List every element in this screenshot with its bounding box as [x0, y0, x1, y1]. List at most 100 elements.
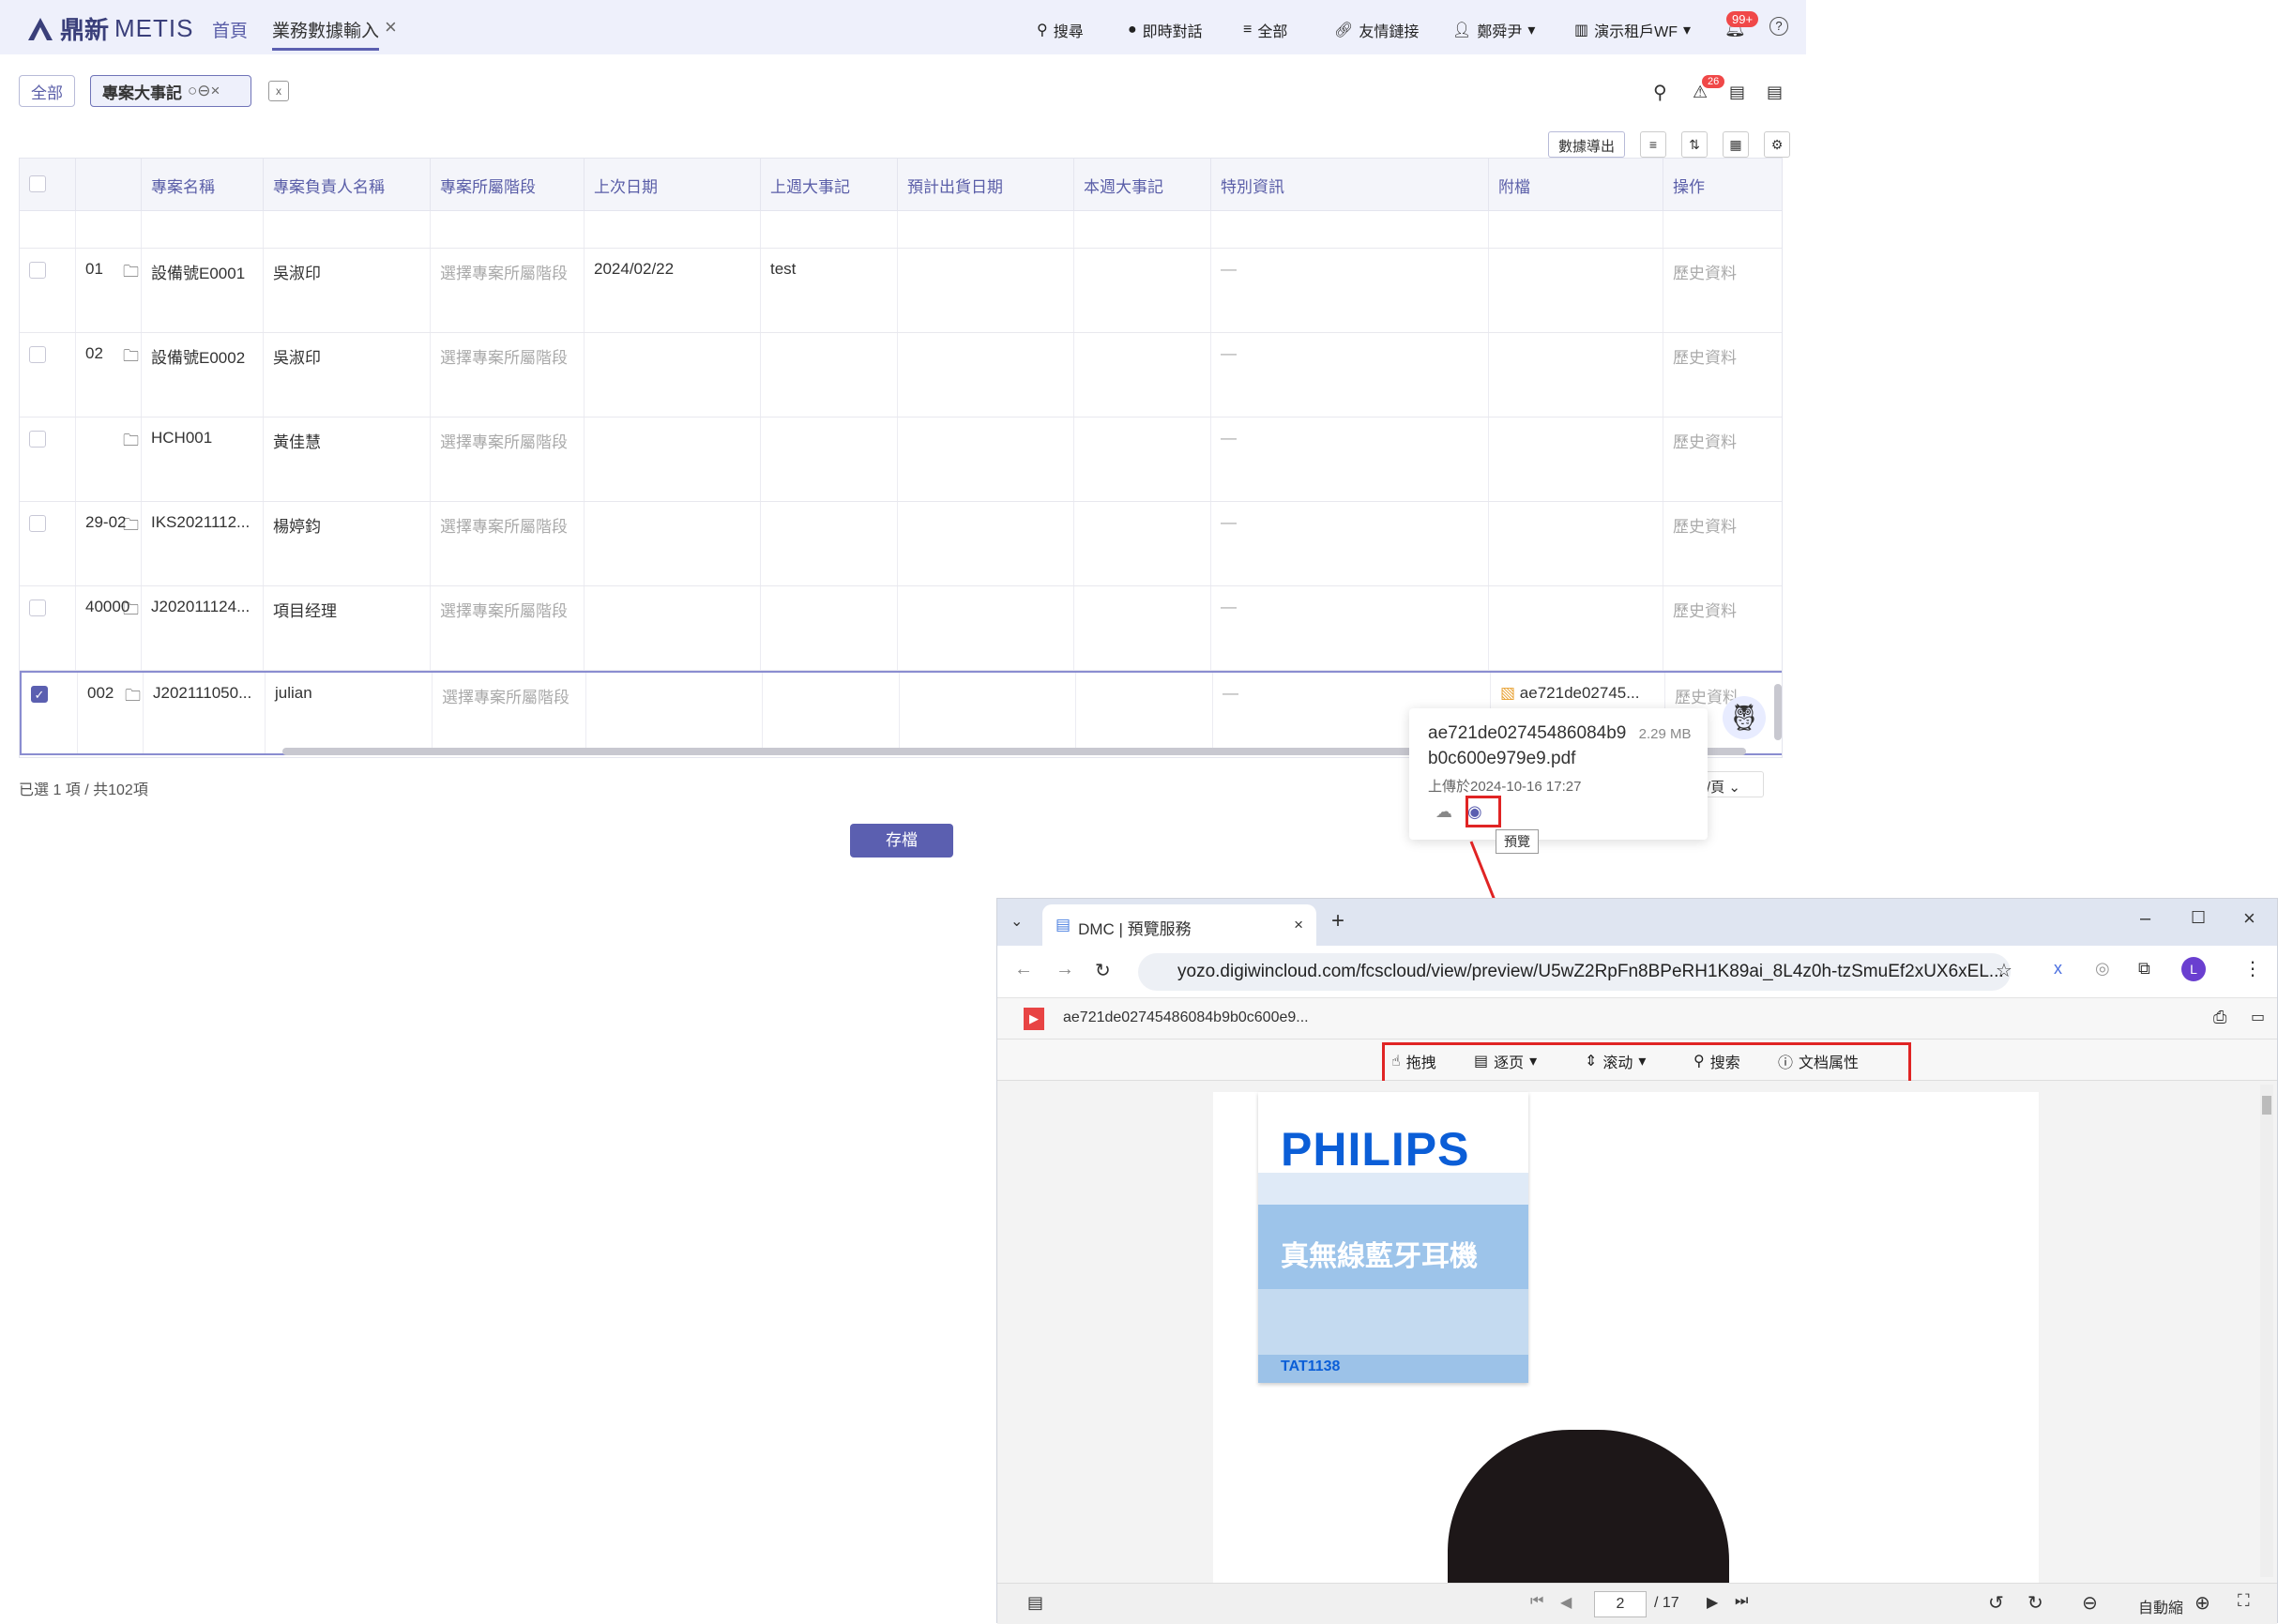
folder-icon[interactable]: 🗀︎ — [123, 344, 139, 372]
cell-stage[interactable]: 選擇專案所屬階段 — [433, 673, 586, 753]
cell-stage[interactable]: 選擇專案所屬階段 — [431, 586, 585, 670]
search-icon[interactable]: ⚲ — [1653, 81, 1667, 104]
grid-icon[interactable]: ▦ — [1723, 131, 1749, 158]
rotate-right-icon[interactable]: ↻ — [2027, 1591, 2043, 1615]
next-page-icon[interactable]: ▶ — [1707, 1593, 1718, 1612]
settings-icon[interactable]: ⚙ — [1764, 131, 1790, 158]
table-row[interactable]: 01 🗀︎ 設備號E0001 吳淑印 選擇專案所屬階段 2024/02/22 test — 歷史… — [20, 249, 1782, 333]
fit-screen-icon[interactable]: ⛶ — [2238, 1591, 2250, 1611]
more-menu-icon[interactable]: ⋮ — [2243, 957, 2262, 980]
filter-all[interactable]: 全部 — [19, 75, 75, 107]
columns-icon[interactable]: ≡ — [1640, 131, 1666, 158]
forward-icon[interactable]: → — [1055, 959, 1074, 980]
header-owner[interactable]: 專案負責人名稱 — [264, 159, 431, 211]
first-page-icon[interactable]: ⏮ — [1530, 1593, 1543, 1610]
url-input[interactable]: yozo.digiwincloud.com/fcscloud/view/prev… — [1138, 953, 2011, 991]
header-project-name[interactable]: 專案名稱 — [142, 159, 264, 211]
header-special[interactable]: 特別資訊 — [1211, 159, 1489, 211]
doc-scrollbar-track[interactable] — [2260, 1085, 2273, 1577]
cell-stage[interactable]: 選擇專案所屬階段 — [431, 333, 585, 417]
user-menu[interactable]: 👤︎ 鄭舜尹 ▾ — [1452, 19, 1535, 41]
nav-home[interactable]: 首頁 — [212, 17, 248, 42]
extension-x-icon[interactable]: x — [2054, 959, 2062, 979]
tab-list-icon[interactable]: ⌄ — [1010, 912, 1023, 931]
profile-avatar[interactable]: L — [2181, 957, 2206, 981]
folder-icon[interactable]: 🗀︎ — [123, 598, 139, 625]
header-stage[interactable]: 專案所屬階段 — [431, 159, 585, 211]
row-checkbox[interactable] — [29, 600, 46, 616]
doc-scrollbar-thumb[interactable] — [2262, 1096, 2271, 1115]
zoom-in-icon[interactable]: ⊕ — [2194, 1591, 2210, 1615]
table-row[interactable]: 🗀︎ HCH001 黃佳慧 選擇專案所屬階段 — 歷史資料 — [20, 417, 1782, 502]
folder-icon[interactable]: 🗀︎ — [123, 513, 139, 540]
header-last-date[interactable]: 上次日期 — [585, 159, 761, 211]
extensions-icon[interactable]: ⧉ — [2138, 959, 2150, 979]
cell-stage[interactable]: 選擇專案所屬階段 — [431, 417, 585, 501]
zoom-select[interactable]: 自動縮 — [2138, 1595, 2183, 1617]
search-tool[interactable]: ⚲ 搜尋 — [1037, 19, 1084, 41]
header-last-week[interactable]: 上週大事記 — [761, 159, 898, 211]
close-window-icon[interactable]: × — [2243, 906, 2255, 931]
sort-icon[interactable]: ⇅ — [1681, 131, 1708, 158]
minimize-icon[interactable]: – — [2140, 908, 2150, 930]
vertical-scrollbar[interactable] — [1774, 684, 1782, 740]
new-tab-icon[interactable]: + — [1331, 908, 1344, 934]
excel-icon[interactable]: x — [268, 81, 289, 101]
tenant-menu[interactable]: ▥ 演示租戶WF ▾ — [1574, 19, 1691, 41]
page-number-input[interactable]: 2 — [1594, 1591, 1647, 1617]
cell-action[interactable]: 歷史資料 — [1663, 333, 1782, 417]
select-all-checkbox[interactable] — [29, 175, 46, 192]
folder-icon[interactable]: 🗀︎ — [125, 684, 141, 711]
assistant-avatar-icon[interactable]: 🦉︎ — [1723, 696, 1766, 739]
table-row[interactable]: 29-02 🗀︎ IKS2021112... 楊婷鈞 選擇專案所屬階段 — 歷史資料 — [20, 502, 1782, 586]
hd-icon[interactable]: ▭ — [2251, 1008, 2265, 1026]
refresh-icon[interactable]: ○⊖× — [188, 82, 220, 100]
extension-circle-icon[interactable]: ◎ — [2095, 959, 2110, 979]
links-tool[interactable]: 🔗︎ 友情鏈接 — [1334, 19, 1419, 41]
logo[interactable]: 鼎新 METIS — [26, 11, 193, 46]
close-tab-icon[interactable]: × — [385, 15, 397, 39]
cell-stage[interactable]: 選擇專案所屬階段 — [431, 249, 585, 332]
print-icon[interactable]: ⎙ — [2213, 1008, 2226, 1027]
select-all-header[interactable] — [20, 159, 76, 211]
table-row[interactable]: 02 🗀︎ 設備號E0002 吳淑印 選擇專案所屬階段 — 歷史資料 — [20, 333, 1782, 417]
close-tab-icon[interactable]: × — [1294, 916, 1303, 934]
cell-action[interactable]: 歷史資料 — [1663, 502, 1782, 585]
folder-icon[interactable]: 🗀︎ — [123, 429, 139, 456]
table-row[interactable]: 40000 🗀︎ J202011124... 項目经理 選擇專案所屬階段 — 歷史資料 — [20, 586, 1782, 671]
back-icon[interactable]: ← — [1014, 959, 1033, 980]
note-icon[interactable]: ▤ — [1767, 83, 1783, 102]
row-checkbox[interactable] — [29, 346, 46, 363]
header-action[interactable]: 操作 — [1663, 159, 1782, 211]
attachment-link[interactable]: ae721de02745... — [1520, 684, 1640, 702]
doc-icon[interactable]: ▤ — [1729, 83, 1745, 102]
row-checkbox[interactable] — [29, 515, 46, 532]
chat-tool[interactable]: ● 即時對話 — [1128, 19, 1203, 41]
rotate-left-icon[interactable]: ↺ — [1988, 1591, 2004, 1615]
download-icon[interactable]: ☁ — [1435, 802, 1452, 822]
nav-business-data[interactable]: 業務數據輸入 — [272, 17, 380, 51]
browser-tab[interactable]: ▤ DMC | 預覽服務 × — [1042, 904, 1316, 946]
row-checkbox[interactable]: ✓ — [31, 686, 48, 703]
header-this-week[interactable]: 本週大事記 — [1074, 159, 1211, 211]
sidebar-toggle-icon[interactable]: ▤ — [1027, 1593, 1043, 1613]
row-checkbox[interactable] — [29, 262, 46, 279]
cell-action[interactable]: 歷史資料 — [1663, 417, 1782, 501]
header-attachment[interactable]: 附檔 — [1489, 159, 1663, 211]
export-button[interactable]: 數據導出 — [1548, 131, 1626, 158]
folder-icon[interactable]: 🗀︎ — [123, 260, 139, 287]
all-tool[interactable]: ≡ 全部 — [1243, 19, 1287, 41]
filter-project-events[interactable]: 專案大事記 ○⊖× — [90, 75, 251, 107]
zoom-out-icon[interactable]: ⊖ — [2082, 1591, 2098, 1615]
maximize-icon[interactable]: ☐ — [2191, 908, 2206, 928]
prev-page-icon[interactable]: ◀ — [1560, 1593, 1572, 1612]
last-page-icon[interactable]: ⏭ — [1735, 1593, 1748, 1610]
save-button[interactable]: 存檔 — [850, 824, 953, 858]
page-size-select[interactable]: /頁 ⌄ — [1698, 771, 1764, 797]
bookmark-star-icon[interactable]: ☆ — [1996, 959, 2012, 982]
help-icon[interactable]: ? — [1769, 17, 1788, 36]
header-ship-date[interactable]: 預計出貨日期 — [898, 159, 1074, 211]
cell-stage[interactable]: 選擇專案所屬階段 — [431, 502, 585, 585]
row-checkbox[interactable] — [29, 431, 46, 448]
cell-action[interactable]: 歷史資料 — [1663, 249, 1782, 332]
